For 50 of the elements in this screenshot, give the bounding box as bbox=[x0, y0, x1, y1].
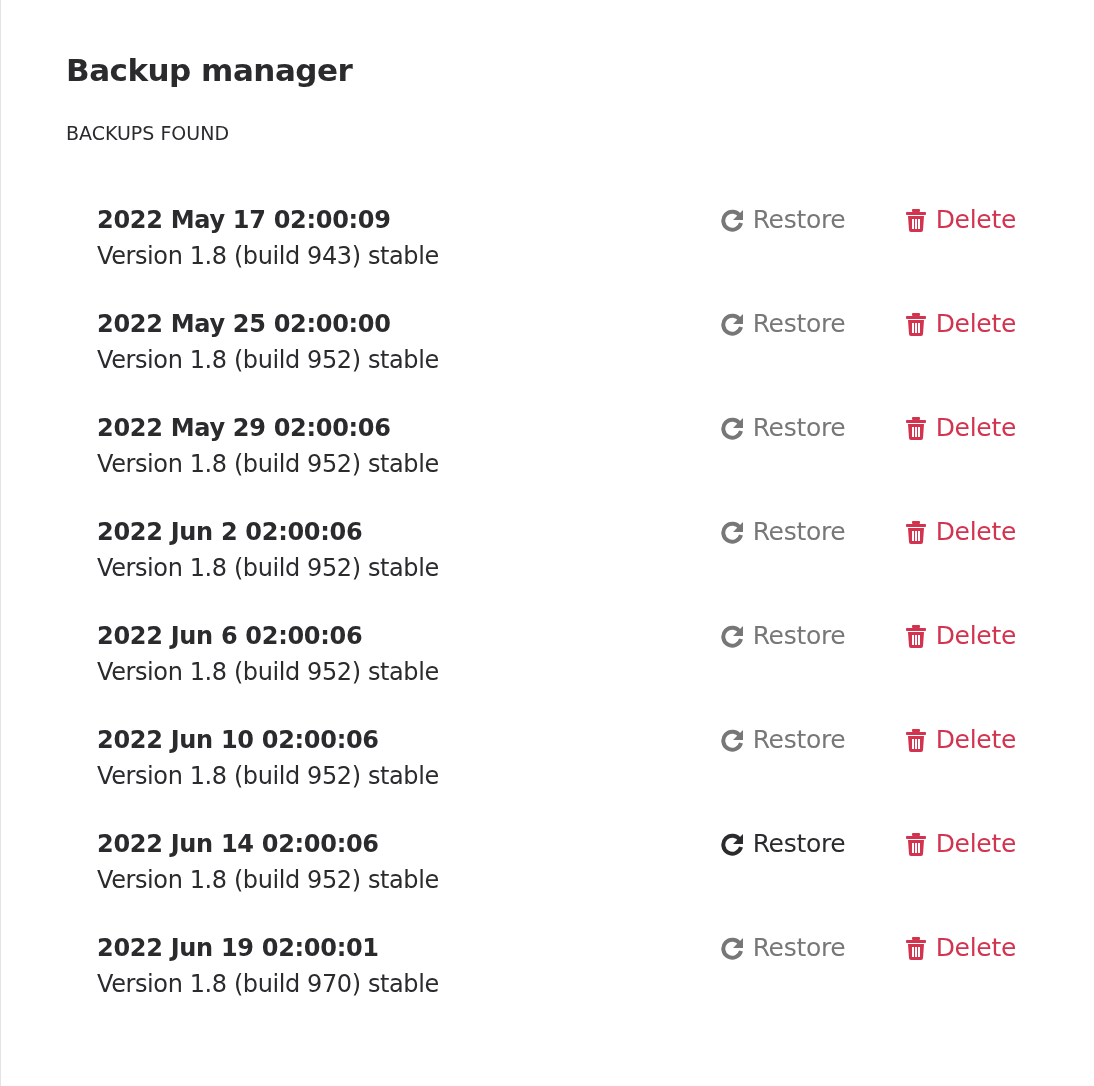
page-title: Backup manager bbox=[66, 52, 354, 90]
restore-button[interactable]: Restore bbox=[720, 307, 904, 340]
backup-date: 2022 Jun 6 02:00:06 bbox=[97, 620, 364, 652]
section-label: BACKUPS FOUND bbox=[66, 121, 230, 147]
backup-date: 2022 May 17 02:00:09 bbox=[97, 204, 392, 236]
backup-version: Version 1.8 (build 952) stable bbox=[97, 760, 440, 792]
trash-icon bbox=[903, 311, 928, 336]
delete-button[interactable]: Delete bbox=[903, 931, 1016, 964]
redo-icon bbox=[720, 727, 745, 752]
backup-date: 2022 Jun 10 02:00:06 bbox=[97, 724, 380, 756]
redo-icon bbox=[720, 415, 745, 440]
restore-button[interactable]: Restore bbox=[720, 931, 904, 964]
redo-icon bbox=[720, 519, 745, 544]
redo-icon bbox=[720, 623, 745, 648]
trash-icon bbox=[903, 623, 928, 648]
restore-button[interactable]: Restore bbox=[720, 723, 904, 756]
backup-version: Version 1.8 (build 952) stable bbox=[97, 448, 440, 480]
delete-button[interactable]: Delete bbox=[903, 203, 1016, 236]
delete-button[interactable]: Delete bbox=[903, 723, 1016, 756]
backup-date: 2022 May 25 02:00:00 bbox=[97, 308, 392, 340]
delete-button[interactable]: Delete bbox=[903, 515, 1016, 548]
trash-icon bbox=[903, 519, 928, 544]
redo-icon bbox=[720, 831, 745, 856]
restore-button[interactable]: Restore bbox=[720, 827, 904, 860]
backup-date: 2022 May 29 02:00:06 bbox=[97, 412, 392, 444]
backup-version: Version 1.8 (build 952) stable bbox=[97, 552, 440, 584]
backup-version: Version 1.8 (build 943) stable bbox=[97, 240, 440, 272]
trash-icon bbox=[903, 207, 928, 232]
redo-icon bbox=[720, 207, 745, 232]
backup-date: 2022 Jun 14 02:00:06 bbox=[97, 828, 380, 860]
delete-button[interactable]: Delete bbox=[903, 411, 1016, 444]
restore-button[interactable]: Restore bbox=[720, 515, 904, 548]
trash-icon bbox=[903, 727, 928, 752]
backup-version: Version 1.8 (build 970) stable bbox=[97, 968, 440, 1000]
delete-button[interactable]: Delete bbox=[903, 307, 1016, 340]
trash-icon bbox=[903, 935, 928, 960]
backup-date: 2022 Jun 2 02:00:06 bbox=[97, 516, 364, 548]
backup-version: Version 1.8 (build 952) stable bbox=[97, 344, 440, 376]
redo-icon bbox=[720, 935, 745, 960]
trash-icon bbox=[903, 415, 928, 440]
redo-icon bbox=[720, 311, 745, 336]
trash-icon bbox=[903, 831, 928, 856]
restore-button[interactable]: Restore bbox=[720, 619, 904, 652]
backup-date: 2022 Jun 19 02:00:01 bbox=[97, 932, 380, 964]
backup-version: Version 1.8 (build 952) stable bbox=[97, 656, 440, 688]
backup-version: Version 1.8 (build 952) stable bbox=[97, 864, 440, 896]
restore-button[interactable]: Restore bbox=[720, 203, 904, 236]
delete-button[interactable]: Delete bbox=[903, 619, 1016, 652]
delete-button[interactable]: Delete bbox=[903, 827, 1016, 860]
restore-button[interactable]: Restore bbox=[720, 411, 904, 444]
